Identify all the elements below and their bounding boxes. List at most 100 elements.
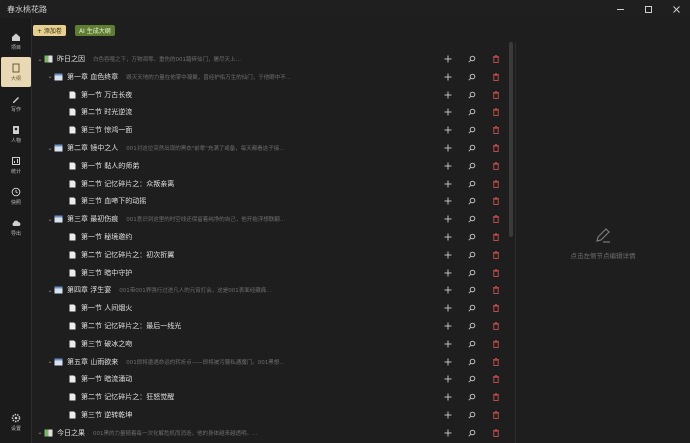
add-child-button[interactable] (436, 230, 460, 244)
tree-row-section[interactable]: 第一节 暗流涌动 (32, 370, 508, 388)
tree-row-section[interactable]: 第一节 黏人的师弟 (32, 157, 508, 175)
delete-node-button[interactable] (484, 319, 508, 333)
search-node-button[interactable] (460, 230, 484, 244)
delete-node-button[interactable] (484, 408, 508, 422)
search-node-button[interactable] (460, 408, 484, 422)
tree-row-section[interactable]: 第三节 血啼下的动摇 (32, 192, 508, 210)
tree-row-volume[interactable]: ⌄ 今日之果 001黑的力量随着每一次化解危机而消逝，他的身体越来越透明。… (32, 424, 508, 442)
add-child-button[interactable] (436, 159, 460, 173)
add-child-button[interactable] (436, 88, 460, 102)
search-node-button[interactable] (460, 319, 484, 333)
tree-scrollbar[interactable] (509, 42, 513, 237)
sidebar-item-characters[interactable]: 人物 (1, 119, 31, 149)
tree-row-section[interactable]: 第三节 惊鸿一面 (32, 121, 508, 139)
search-node-button[interactable] (460, 70, 484, 84)
tree-row-section[interactable]: 第三节 破冰之吻 (32, 335, 508, 353)
search-node-button[interactable] (460, 159, 484, 173)
delete-node-button[interactable] (484, 52, 508, 66)
add-child-button[interactable] (436, 177, 460, 191)
sidebar-item-outline[interactable]: 大纲 (1, 57, 31, 87)
delete-node-button[interactable] (484, 266, 508, 280)
add-child-button[interactable] (436, 319, 460, 333)
tree-row-volume[interactable]: ⌄ 昨日之因 白色吞噬之下，万物凋零。重伤的001踏碎仙门，屠尽天上… (32, 50, 508, 68)
add-child-button[interactable] (436, 105, 460, 119)
search-node-button[interactable] (460, 355, 484, 369)
chevron-down-icon[interactable]: ⌄ (36, 429, 44, 436)
tree-row-section[interactable]: 第二节 记忆碎片之：众叛亲离 (32, 175, 508, 193)
search-node-button[interactable] (460, 177, 484, 191)
add-child-button[interactable] (436, 390, 460, 404)
delete-node-button[interactable] (484, 283, 508, 297)
add-child-button[interactable] (436, 70, 460, 84)
maximize-button[interactable] (634, 0, 662, 18)
tree-row-section[interactable]: 第一节 万古长夜 (32, 86, 508, 104)
add-child-button[interactable] (436, 194, 460, 208)
chevron-down-icon[interactable]: ⌄ (46, 73, 54, 80)
search-node-button[interactable] (460, 337, 484, 351)
tree-row-chapter[interactable]: ⌄ 第二章 镜中之人 001对这位突然出现的黑衣"前辈"充满了戒备，每天都看这子接… (32, 139, 508, 157)
delete-node-button[interactable] (484, 301, 508, 315)
search-node-button[interactable] (460, 212, 484, 226)
add-child-button[interactable] (436, 408, 460, 422)
chevron-down-icon[interactable]: ⌄ (36, 56, 44, 63)
tree-row-section[interactable]: 第二节 记忆碎片之：狂怒觉醒 (32, 388, 508, 406)
chevron-down-icon[interactable]: ⌄ (46, 145, 54, 152)
tree-row-section[interactable]: 第三节 暗中守护 (32, 264, 508, 282)
sidebar-item-export[interactable]: 导出 (1, 212, 31, 242)
sidebar-item-write[interactable]: 写作 (1, 88, 31, 118)
add-child-button[interactable] (436, 266, 460, 280)
add-child-button[interactable] (436, 426, 460, 440)
sidebar-item-snapshot[interactable]: 快照 (1, 181, 31, 211)
search-node-button[interactable] (460, 372, 484, 386)
chevron-down-icon[interactable]: ⌄ (46, 287, 54, 294)
tree-row-section[interactable]: 第二节 时光逆流 (32, 103, 508, 121)
search-node-button[interactable] (460, 105, 484, 119)
search-node-button[interactable] (460, 52, 484, 66)
search-node-button[interactable] (460, 194, 484, 208)
tree-row-chapter[interactable]: ⌄ 第四章 浮生宴 001带001界强行过进凡人的元宵灯会，这是001表面经藏痛… (32, 281, 508, 299)
add-child-button[interactable] (436, 337, 460, 351)
delete-node-button[interactable] (484, 390, 508, 404)
sidebar-item-project[interactable]: 项目 (1, 26, 31, 56)
add-child-button[interactable] (436, 372, 460, 386)
chevron-down-icon[interactable]: ⌄ (46, 216, 54, 223)
add-child-button[interactable] (436, 212, 460, 226)
delete-node-button[interactable] (484, 337, 508, 351)
add-volume-button[interactable]: + 添加卷 (33, 24, 66, 36)
add-child-button[interactable] (436, 283, 460, 297)
add-child-button[interactable] (436, 301, 460, 315)
minimize-button[interactable] (606, 0, 634, 18)
chevron-down-icon[interactable]: ⌄ (46, 358, 54, 365)
delete-node-button[interactable] (484, 194, 508, 208)
add-child-button[interactable] (436, 52, 460, 66)
tree-row-chapter[interactable]: ⌄ 第三章 最初伤痕 001意识到这里的时空线还保留着纯净的自己，他开始浮想联翩… (32, 210, 508, 228)
search-node-button[interactable] (460, 141, 484, 155)
delete-node-button[interactable] (484, 70, 508, 84)
delete-node-button[interactable] (484, 177, 508, 191)
delete-node-button[interactable] (484, 141, 508, 155)
tree-row-chapter[interactable]: ⌄ 第一章 血色终章 毁灭天地的力量在他掌中凝聚，曾经护佑万生的仙门，于他眼中不过… (32, 68, 508, 86)
search-node-button[interactable] (460, 123, 484, 137)
delete-node-button[interactable] (484, 426, 508, 440)
delete-node-button[interactable] (484, 355, 508, 369)
search-node-button[interactable] (460, 248, 484, 262)
search-node-button[interactable] (460, 426, 484, 440)
delete-node-button[interactable] (484, 212, 508, 226)
add-child-button[interactable] (436, 141, 460, 155)
add-child-button[interactable] (436, 248, 460, 262)
ai-generate-outline-button[interactable]: AI 生成大纲 (74, 24, 115, 36)
search-node-button[interactable] (460, 301, 484, 315)
close-button[interactable] (662, 0, 690, 18)
delete-node-button[interactable] (484, 105, 508, 119)
tree-row-chapter[interactable]: ⌄ 第五章 山雨欲来 001即将遭遇命运的转折点——即将被污蔑私通魔门。001黑想… (32, 353, 508, 371)
tree-row-section[interactable]: 第二节 记忆碎片之：最后一线光 (32, 317, 508, 335)
sidebar-item-settings[interactable]: 设置 (1, 407, 31, 437)
tree-row-section[interactable]: 第二节 记忆碎片之：初次折翼 (32, 246, 508, 264)
delete-node-button[interactable] (484, 372, 508, 386)
sidebar-item-stats[interactable]: 统计 (1, 150, 31, 180)
delete-node-button[interactable] (484, 88, 508, 102)
delete-node-button[interactable] (484, 159, 508, 173)
search-node-button[interactable] (460, 88, 484, 102)
search-node-button[interactable] (460, 283, 484, 297)
delete-node-button[interactable] (484, 123, 508, 137)
